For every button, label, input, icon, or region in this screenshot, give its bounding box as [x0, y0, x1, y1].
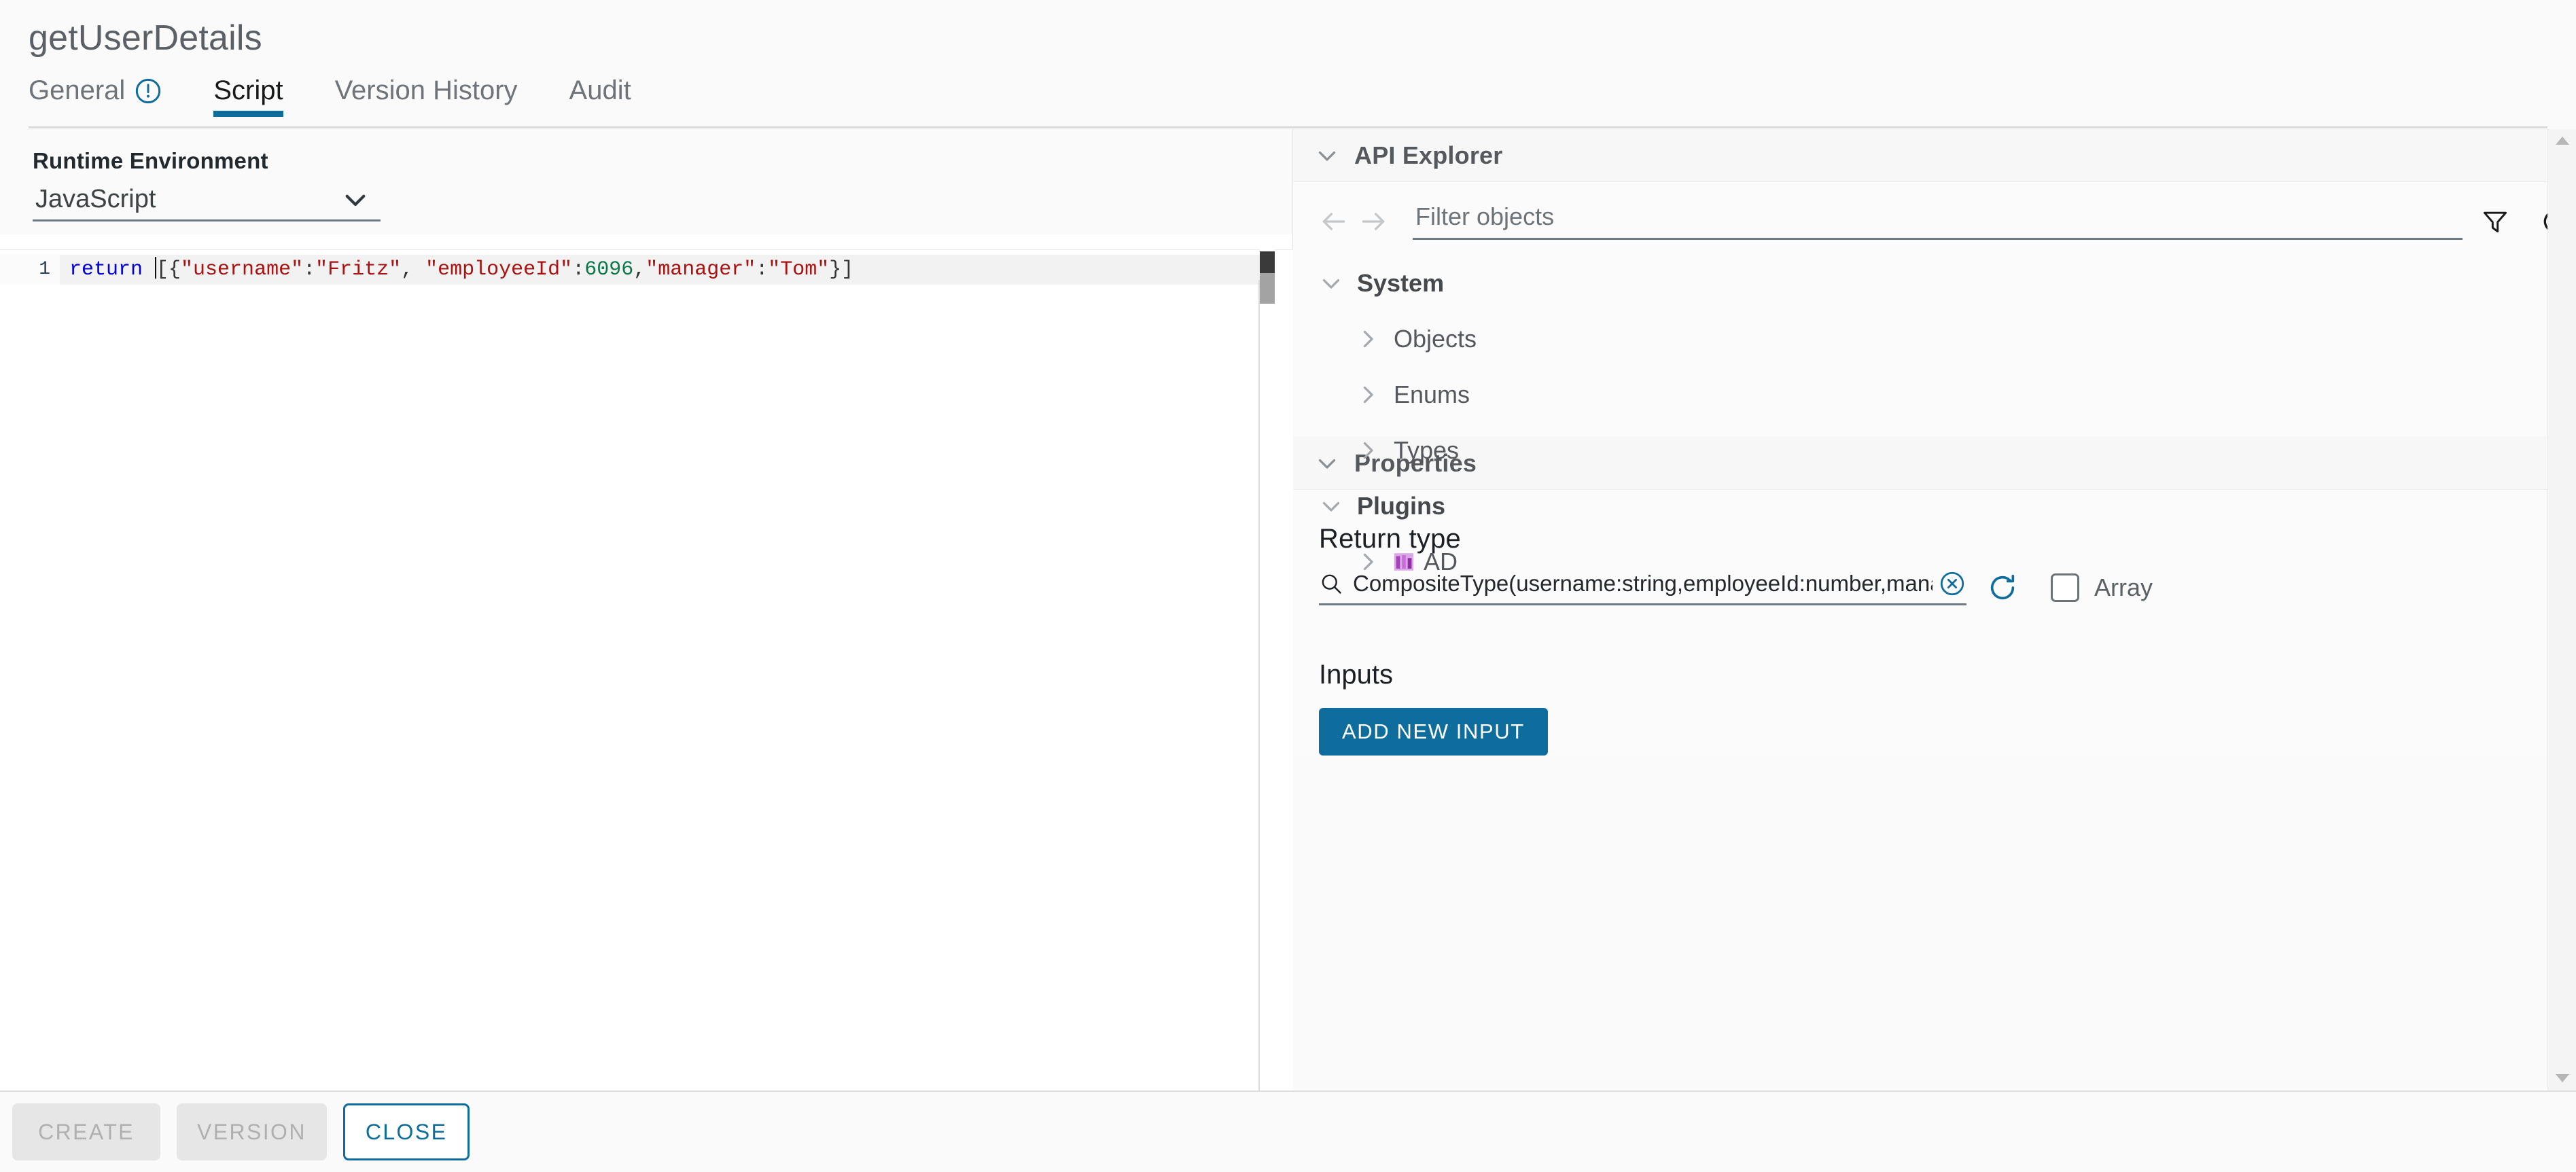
tree-node-ad-label: AD [1424, 548, 1458, 575]
tree-node-ad[interactable]: AD [1319, 534, 1727, 590]
inputs-label: Inputs [1319, 660, 1393, 690]
tab-bar: General Script Version History Audit [29, 75, 2576, 118]
line-number: 1 [0, 255, 60, 285]
tree-node-enums[interactable]: Enums [1319, 367, 1727, 423]
tab-script-label: Script [213, 75, 283, 106]
tab-version-history[interactable]: Version History [335, 75, 541, 117]
page-header: getUserDetails General Script Version Hi… [0, 0, 2576, 128]
code-token-comma-2: , [633, 258, 646, 281]
tree-node-enums-label: Enums [1394, 380, 1470, 408]
code-token-colon-1: : [303, 258, 316, 281]
editor-vertical-scrollbar[interactable] [1260, 249, 1275, 1090]
forward-arrow-icon[interactable] [1358, 207, 1388, 236]
chevron-down-icon [1322, 279, 1340, 289]
array-checkbox[interactable] [2051, 573, 2079, 602]
page-title: getUserDetails [29, 18, 262, 58]
add-new-input-button[interactable]: ADD NEW INPUT [1319, 708, 1548, 756]
refresh-return-type-icon[interactable] [1987, 572, 2018, 603]
tab-version-history-label: Version History [334, 75, 518, 106]
tab-general[interactable]: General [29, 75, 185, 117]
tree-node-system-label: System [1357, 269, 1445, 297]
tab-general-label: General [29, 75, 126, 106]
chevron-right-icon [1363, 442, 1373, 459]
chevron-right-icon [1363, 330, 1373, 348]
plugin-icon [1394, 553, 1414, 571]
code-token-value-6096: 6096 [584, 258, 634, 281]
footer-action-bar: CREATE VERSION CLOSE [0, 1090, 2576, 1172]
code-token-value-tom: "Tom" [768, 258, 830, 281]
tree-node-plugins-label: Plugins [1357, 492, 1446, 520]
tree-node-objects[interactable]: Objects [1319, 311, 1727, 367]
scroll-down-arrow-icon[interactable] [2554, 1072, 2571, 1084]
chevron-down-icon [1318, 151, 1336, 161]
tree-node-types-label: Types [1394, 436, 1460, 464]
script-editor-page: getUserDetails General Script Version Hi… [0, 0, 2576, 1172]
runtime-environment-value: JavaScript [35, 185, 156, 213]
code-token-key-username: "username" [181, 258, 304, 281]
filter-objects-input[interactable] [1413, 202, 2463, 240]
create-button[interactable]: CREATE [12, 1103, 160, 1160]
code-token-key-employeeid: "employeeId" [425, 258, 573, 281]
code-editor[interactable]: 1 return [{"username":"Fritz", "employee… [0, 249, 1293, 1090]
back-arrow-icon[interactable] [1319, 207, 1349, 236]
code-token-comma-1: , [401, 258, 426, 281]
page-body: Runtime Environment JavaScript 1 return … [0, 129, 2576, 1090]
object-tree: System Objects Enums Types Plugins AD [1319, 255, 1727, 590]
tab-audit[interactable]: Audit [569, 75, 654, 117]
tree-node-plugins[interactable]: Plugins [1319, 478, 1727, 534]
chevron-down-icon [345, 194, 366, 206]
chevron-right-icon [1363, 386, 1373, 404]
editor-scroll-thumb-dark[interactable] [1260, 251, 1275, 273]
code-token-colon-3: : [756, 258, 769, 281]
tree-node-types[interactable]: Types [1319, 423, 1727, 478]
filter-icon[interactable] [2480, 207, 2510, 236]
code-line[interactable]: 1 return [{"username":"Fritz", "employee… [0, 255, 1269, 285]
api-explorer-header[interactable]: API Explorer [1293, 129, 2576, 182]
editor-scroll-thumb[interactable] [1260, 273, 1275, 304]
version-button[interactable]: VERSION [177, 1103, 327, 1160]
tree-node-system[interactable]: System [1319, 255, 1727, 311]
runtime-environment-block: Runtime Environment JavaScript [0, 129, 1292, 234]
code-line-text: return [{"username":"Fritz", "employeeId… [69, 255, 853, 285]
warning-circle-icon [136, 78, 161, 103]
code-token-open: [{ [156, 258, 181, 281]
tab-script[interactable]: Script [213, 75, 306, 118]
chevron-right-icon [1363, 553, 1373, 571]
tree-node-objects-label: Objects [1394, 325, 1477, 353]
side-panel: API Explorer Filter objects System Objec… [1293, 129, 2576, 1090]
array-checkbox-label: Array [2094, 573, 2153, 601]
code-token-colon-2: : [572, 258, 585, 281]
api-explorer-body: System Objects Enums [1293, 182, 2576, 575]
api-explorer-title: API Explorer [1354, 141, 1503, 169]
code-token-value-fritz: "Fritz" [315, 258, 402, 281]
code-token-keyword: return [69, 258, 156, 281]
code-token-close: }] [829, 258, 854, 281]
tab-audit-label: Audit [569, 75, 631, 106]
filter-row [1293, 182, 2576, 240]
runtime-environment-label: Runtime Environment [33, 148, 268, 173]
chevron-down-icon [1322, 501, 1340, 512]
page-vertical-scrollbar[interactable] [2547, 129, 2576, 1090]
tab-bar-divider [29, 126, 2547, 128]
script-pane: Runtime Environment JavaScript 1 return … [0, 129, 1293, 1090]
close-button[interactable]: CLOSE [342, 1103, 470, 1160]
runtime-environment-select[interactable]: JavaScript [33, 185, 381, 221]
scroll-up-arrow-icon[interactable] [2554, 135, 2571, 147]
clear-icon[interactable] [1938, 569, 1966, 598]
code-token-key-manager: "manager" [646, 258, 756, 281]
